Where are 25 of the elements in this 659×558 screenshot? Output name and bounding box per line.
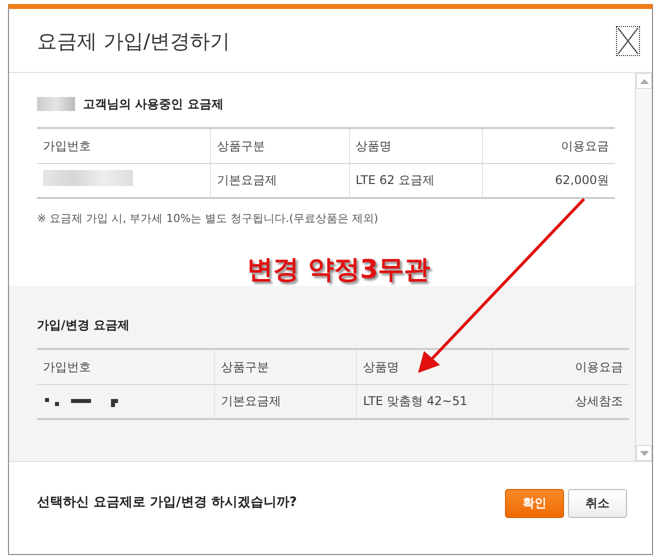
note-text: ※ 요금제 가입 시, 부가세 10%는 별도 청구됩니다.(무료상품은 제외): [37, 211, 380, 227]
confirm-question: 선택하신 요금제로 가입/변경 하시겠습니까?: [37, 494, 297, 512]
column-header: 이용요금: [482, 128, 615, 163]
close-icon: [617, 26, 639, 54]
table-cell: 기본요금제: [210, 163, 350, 198]
table-cell: 62,000원: [482, 163, 615, 198]
table-cell: LTE 맞춤형 42~51: [356, 384, 493, 419]
dialog-title: 요금제 가입/변경하기: [37, 28, 230, 52]
table-cell: LTE 62 요금제: [349, 163, 482, 198]
annotation-text: 변경 약정3무관: [247, 254, 430, 287]
table-cell: 상세참조: [492, 384, 629, 419]
column-header: 이용요금: [492, 349, 629, 384]
section-heading: 고객님의 사용중인 요금제: [83, 96, 224, 113]
column-header: 상품구분: [210, 128, 350, 163]
scroll-down-icon[interactable]: [636, 445, 652, 461]
column-header: 가입번호: [37, 128, 210, 163]
column-header: 가입번호: [37, 349, 215, 384]
section-heading: 가입/변경 요금제: [37, 317, 130, 334]
cancel-button[interactable]: 취소: [568, 488, 627, 518]
column-header: 상품명: [349, 128, 482, 163]
scrollbar[interactable]: [635, 73, 652, 461]
close-button[interactable]: [616, 26, 640, 56]
column-header: 상품구분: [214, 349, 357, 384]
table-cell: 기본요금제: [214, 384, 357, 419]
scroll-up-icon[interactable]: [636, 73, 652, 89]
